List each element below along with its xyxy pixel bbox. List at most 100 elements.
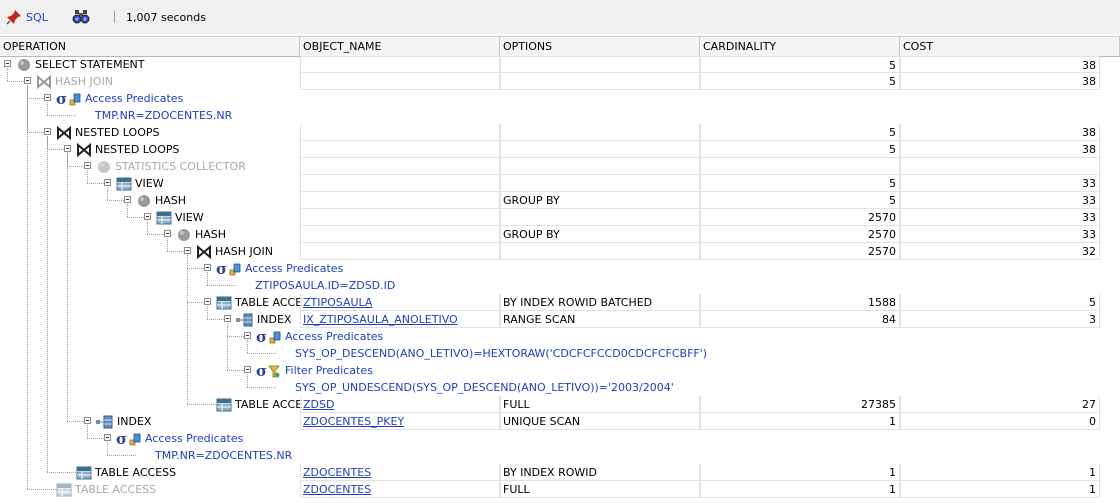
cardinality-cell (700, 379, 900, 396)
collapse-toggle-icon[interactable] (184, 247, 191, 254)
find-button[interactable] (72, 8, 90, 26)
svg-text:σ: σ (216, 261, 227, 277)
operation-label: Access Predicates (145, 432, 244, 445)
cardinality-cell (700, 345, 900, 362)
cost-cell (900, 345, 1100, 362)
plan-row[interactable]: TMP.NR=ZDOCENTES.NR (0, 447, 1120, 464)
collapse-toggle-icon[interactable] (244, 332, 251, 339)
plan-row[interactable]: σ Access Predicates (0, 430, 1120, 448)
operation-label: TMP.NR=ZDOCENTES.NR (95, 109, 233, 122)
object-name-cell[interactable]: ZDOCENTES (300, 481, 500, 498)
sigma-icon: σ (56, 90, 82, 108)
collapse-toggle-icon[interactable] (64, 145, 71, 152)
collapse-toggle-icon[interactable] (84, 417, 91, 424)
operation-cell: σ Access Predicates (116, 430, 244, 448)
plan-row[interactable]: HASH GROUP BY 5 33 (0, 192, 1120, 209)
plan-row[interactable]: σ Access Predicates (0, 328, 1120, 346)
sigma-icon: σ (216, 260, 242, 278)
cost-cell: 38 (900, 141, 1100, 158)
cardinality-cell (700, 430, 900, 447)
object-name-cell[interactable]: ZDOCENTES_PKEY (300, 413, 500, 430)
column-header-object-name[interactable]: OBJECT_NAME (300, 37, 500, 56)
cardinality-cell (700, 260, 900, 277)
collapse-toggle-icon[interactable] (204, 264, 211, 271)
object-name-cell[interactable]: ZDSD (300, 396, 500, 413)
collapse-toggle-icon[interactable] (164, 230, 171, 237)
object-name-cell (300, 107, 500, 124)
table-icon (116, 176, 132, 192)
plan-row[interactable]: TMP.NR=ZDOCENTES.NR (0, 107, 1120, 124)
plan-row[interactable]: VIEW 5 33 (0, 175, 1120, 192)
cardinality-cell: 1 (700, 413, 900, 430)
options-cell: RANGE SCAN (500, 311, 700, 328)
sql-button[interactable]: SQL (6, 8, 48, 26)
column-header-options[interactable]: OPTIONS (500, 37, 700, 56)
options-cell (500, 277, 700, 294)
cardinality-cell (700, 90, 900, 107)
plan-row[interactable]: TABLE ACCESS ZDOCENTES BY INDEX ROWID 1 1 (0, 464, 1120, 481)
cardinality-cell (700, 277, 900, 294)
svg-text:σ: σ (56, 91, 67, 107)
plan-row[interactable]: TABLE ACCE ZDSD FULL 27385 27 (0, 396, 1120, 413)
plan-row[interactable]: TABLE ACCESS ZDOCENTES FULL 1 1 (0, 481, 1120, 498)
operation-cell: INDEX (96, 413, 151, 430)
sigma-icon: σ (256, 328, 282, 346)
cardinality-cell: 5 (700, 141, 900, 158)
collapse-toggle-icon[interactable] (44, 94, 51, 101)
plan-row[interactable]: NESTED LOOPS 5 38 (0, 124, 1120, 141)
options-cell: UNIQUE SCAN (500, 413, 700, 430)
plan-row[interactable]: σ Filter Predicates (0, 362, 1120, 380)
operation-cell: TABLE ACCESS (56, 481, 156, 498)
object-name-cell[interactable]: ZDOCENTES (300, 464, 500, 481)
plan-row[interactable]: STATISTICS COLLECTOR (0, 158, 1120, 175)
collapse-toggle-icon[interactable] (4, 60, 11, 67)
cardinality-cell (700, 158, 900, 175)
cost-cell: 38 (900, 56, 1100, 73)
collapse-toggle-icon[interactable] (224, 315, 231, 322)
operation-label: HASH (195, 228, 227, 241)
column-header-operation[interactable]: OPERATION (0, 37, 300, 56)
object-name-cell[interactable]: ZTIPOSAULA (300, 294, 500, 311)
plan-row[interactable]: INDEX ZDOCENTES_PKEY UNIQUE SCAN 1 0 (0, 413, 1120, 430)
operation-cell: STATISTICS COLLECTOR (96, 158, 246, 175)
column-header-cost[interactable]: COST (900, 37, 1120, 56)
plan-row[interactable]: HASH JOIN 5 38 (0, 73, 1120, 90)
plan-row[interactable]: ZTIPOSAULA.ID=ZDSD.ID (0, 277, 1120, 294)
plan-row[interactable]: SYS_OP_UNDESCEND(SYS_OP_DESCEND(ANO_LETI… (0, 379, 1120, 396)
collapse-toggle-icon[interactable] (104, 179, 111, 186)
cost-cell: 33 (900, 209, 1100, 226)
object-name-cell[interactable]: IX_ZTIPOSAULA_ANOLETIVO (300, 311, 500, 328)
object-name-cell (300, 73, 500, 90)
plan-row[interactable]: NESTED LOOPS 5 38 (0, 141, 1120, 158)
operation-label: VIEW (175, 211, 204, 224)
object-name-cell (300, 260, 500, 277)
table-icon (56, 482, 72, 498)
collapse-toggle-icon[interactable] (144, 213, 151, 220)
collapse-toggle-icon[interactable] (44, 128, 51, 135)
plan-row[interactable]: HASH JOIN 2570 32 (0, 243, 1120, 260)
plan-row[interactable]: INDEX IX_ZTIPOSAULA_ANOLETIVO RANGE SCAN 84… (0, 311, 1120, 328)
column-header-cardinality[interactable]: CARDINALITY (700, 37, 900, 56)
explain-plan-grid[interactable]: OPERATION OBJECT_NAME OPTIONS CARDINALIT… (0, 36, 1120, 500)
collapse-toggle-icon[interactable] (124, 196, 131, 203)
collapse-toggle-icon[interactable] (104, 434, 111, 441)
plan-row[interactable]: HASH GROUP BY 2570 33 (0, 226, 1120, 243)
plan-row[interactable]: VIEW 2570 33 (0, 209, 1120, 226)
plan-row[interactable]: σ Access Predicates (0, 90, 1120, 108)
plan-row[interactable]: SYS_OP_DESCEND(ANO_LETIVO)=HEXTORAW('CDC… (0, 345, 1120, 362)
plan-row[interactable]: SELECT STATEMENT 5 38 (0, 56, 1120, 73)
cardinality-cell: 5 (700, 73, 900, 90)
circle-icon (96, 159, 112, 175)
collapse-toggle-icon[interactable] (24, 77, 31, 84)
collapse-toggle-icon[interactable] (84, 162, 91, 169)
collapse-toggle-icon[interactable] (204, 298, 211, 305)
options-cell (500, 447, 700, 464)
operation-cell: σ Access Predicates (56, 90, 183, 108)
cost-cell: 32 (900, 243, 1100, 260)
operation-cell: TMP.NR=ZDOCENTES.NR (92, 107, 232, 124)
collapse-toggle-icon[interactable] (244, 366, 251, 373)
plan-row[interactable]: σ Access Predicates (0, 260, 1120, 278)
plan-row[interactable]: TABLE ACCE ZTIPOSAULA BY INDEX ROWID BATCH… (0, 294, 1120, 311)
operation-cell: TABLE ACCE (216, 396, 302, 413)
cost-cell: 1 (900, 481, 1100, 498)
